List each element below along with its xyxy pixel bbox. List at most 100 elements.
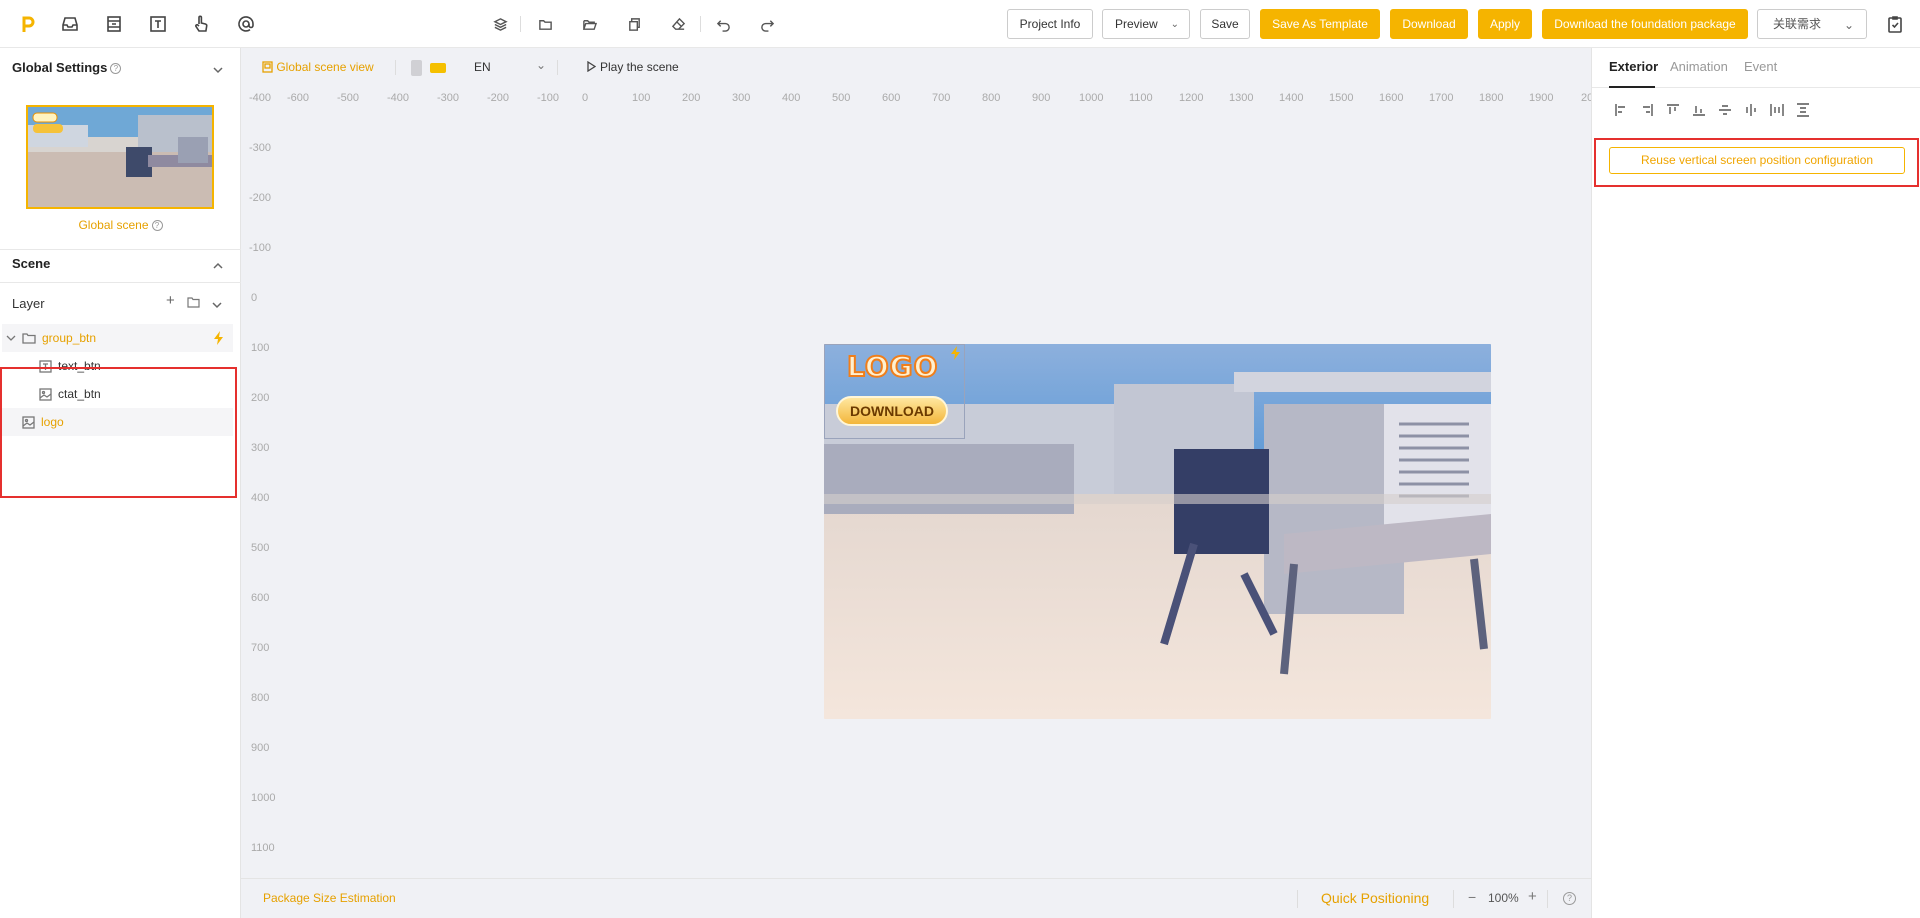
global-scene-view-toggle[interactable]: Global scene view bbox=[262, 60, 374, 74]
background-color-gray-swatch[interactable] bbox=[411, 60, 422, 76]
align-vertical-center-icon[interactable] bbox=[1718, 103, 1732, 117]
download-foundation-package-button[interactable]: Download the foundation package bbox=[1542, 9, 1748, 39]
ruler-tick: 1300 bbox=[1229, 92, 1254, 104]
horizontal-ruler: -600 -500 -400 -300 -200 -100 0 100 200 … bbox=[241, 92, 1593, 112]
chevron-up-icon[interactable] bbox=[213, 260, 223, 270]
global-settings-title: Global Settings bbox=[12, 60, 108, 75]
layer-item-logo[interactable]: logo bbox=[2, 408, 233, 436]
ruler-tick: -200 bbox=[487, 92, 510, 104]
hand-pointer-icon[interactable] bbox=[189, 12, 213, 36]
tab-animation[interactable]: Animation bbox=[1670, 59, 1728, 74]
linked-requirement-dropdown[interactable]: 关联需求 ⌄ bbox=[1757, 9, 1867, 39]
global-scene-thumbnail[interactable] bbox=[26, 105, 214, 209]
scene-header[interactable]: Scene bbox=[12, 256, 50, 271]
distribute-horizontal-icon[interactable] bbox=[1770, 103, 1784, 117]
ruler-tick: 900 bbox=[251, 742, 270, 754]
language-select[interactable]: EN ⌄ bbox=[474, 58, 554, 74]
add-layer-icon[interactable]: + bbox=[166, 292, 175, 309]
chevron-down-icon[interactable] bbox=[6, 333, 16, 343]
scene-preview[interactable]: LOGO DOWNLOAD bbox=[824, 344, 1491, 719]
scene-view-icon bbox=[262, 61, 273, 73]
folder-icon bbox=[22, 333, 36, 344]
ruler-tick: -300 bbox=[437, 92, 460, 104]
divider bbox=[1547, 890, 1548, 908]
zoom-out-button[interactable]: − bbox=[1468, 889, 1476, 905]
play-icon bbox=[587, 60, 597, 73]
logo-icon[interactable] bbox=[16, 12, 40, 36]
undo-icon[interactable] bbox=[714, 15, 732, 33]
ruler-tick: 100 bbox=[251, 342, 270, 354]
add-folder-icon[interactable] bbox=[187, 296, 200, 311]
align-bottom-icon[interactable] bbox=[1692, 103, 1706, 117]
ruler-tick: 1200 bbox=[1179, 92, 1204, 104]
ruler-tick: 200 bbox=[251, 392, 270, 404]
divider bbox=[1453, 890, 1454, 908]
global-settings-header[interactable]: Global Settings? bbox=[12, 60, 122, 75]
align-horizontal-center-icon[interactable] bbox=[1744, 103, 1758, 117]
layer-label: logo bbox=[41, 415, 64, 429]
layers-icon[interactable] bbox=[491, 15, 509, 33]
align-right-icon[interactable] bbox=[1640, 103, 1654, 117]
top-toolbar: Project Info Preview ⌄ Save Save As Temp… bbox=[0, 0, 1920, 48]
folder-icon[interactable] bbox=[536, 15, 554, 33]
clipboard-check-icon[interactable] bbox=[1883, 12, 1907, 36]
chevron-down-icon[interactable] bbox=[212, 299, 222, 309]
align-top-icon[interactable] bbox=[1666, 103, 1680, 117]
zoom-in-button[interactable]: + bbox=[1528, 888, 1537, 905]
apply-button[interactable]: Apply bbox=[1478, 9, 1532, 39]
chevron-down-icon[interactable] bbox=[213, 64, 223, 74]
background-color-yellow-swatch[interactable] bbox=[430, 63, 446, 73]
lightning-icon[interactable] bbox=[213, 331, 225, 345]
selection-box bbox=[824, 344, 965, 439]
ruler-tick: 600 bbox=[251, 592, 270, 604]
quick-positioning-button[interactable]: Quick Positioning bbox=[1321, 890, 1429, 906]
help-icon[interactable]: ? bbox=[151, 220, 163, 231]
layer-item-ctat-btn[interactable]: ctat_btn bbox=[2, 380, 233, 408]
redo-icon[interactable] bbox=[758, 15, 776, 33]
save-as-template-button[interactable]: Save As Template bbox=[1260, 9, 1380, 39]
help-icon[interactable]: ? bbox=[110, 63, 122, 74]
ruler-tick: 1400 bbox=[1279, 92, 1304, 104]
distribute-vertical-icon[interactable] bbox=[1796, 103, 1810, 117]
text-icon[interactable] bbox=[146, 12, 170, 36]
canvas-toolbar: Global scene view EN ⌄ Play the scene bbox=[241, 48, 1591, 86]
download-button[interactable]: Download bbox=[1390, 9, 1468, 39]
align-left-icon[interactable] bbox=[1614, 103, 1628, 117]
right-panel: Exterior Animation Event Reuse vertical … bbox=[1591, 48, 1920, 918]
save-button[interactable]: Save bbox=[1200, 9, 1250, 39]
copy-icon[interactable] bbox=[625, 15, 643, 33]
ruler-tick: 300 bbox=[251, 442, 270, 454]
ruler-tick: 0 bbox=[582, 92, 589, 104]
tab-event[interactable]: Event bbox=[1744, 59, 1777, 74]
ruler-tick: 1100 bbox=[251, 842, 275, 854]
tabs-bar: Exterior Animation Event bbox=[1592, 48, 1920, 88]
chevron-down-icon: ⌄ bbox=[1843, 18, 1854, 32]
eraser-icon[interactable] bbox=[669, 15, 687, 33]
ruler-tick: 700 bbox=[251, 642, 270, 654]
help-icon[interactable]: ? bbox=[1563, 892, 1576, 905]
layer-item-group-btn[interactable]: group_btn bbox=[2, 324, 233, 352]
global-scene-label[interactable]: Global scene? bbox=[0, 218, 241, 232]
folder-open-icon[interactable] bbox=[580, 15, 598, 33]
layer-header: Layer bbox=[12, 296, 45, 311]
at-icon[interactable] bbox=[234, 12, 258, 36]
project-info-button[interactable]: Project Info bbox=[1007, 9, 1093, 39]
preview-dropdown[interactable]: Preview ⌄ bbox=[1102, 9, 1190, 39]
left-panel: Global Settings? Global scene? Scene Lay… bbox=[0, 48, 241, 918]
play-scene-button[interactable]: Play the scene bbox=[586, 60, 679, 74]
divider bbox=[700, 16, 701, 32]
divider bbox=[557, 60, 558, 75]
ruler-tick: -100 bbox=[249, 242, 272, 254]
layout-icon[interactable] bbox=[102, 12, 126, 36]
layer-item-text-btn[interactable]: text_btn bbox=[2, 352, 233, 380]
reuse-vertical-position-button[interactable]: Reuse vertical screen position configura… bbox=[1609, 147, 1905, 174]
inbox-icon[interactable] bbox=[58, 12, 82, 36]
ruler-tick: 600 bbox=[882, 92, 901, 104]
lightning-icon bbox=[951, 346, 960, 360]
package-size-estimation-link[interactable]: Package Size Estimation bbox=[263, 891, 396, 905]
ruler-tick: 1900 bbox=[1529, 92, 1554, 104]
play-scene-label: Play the scene bbox=[600, 60, 679, 74]
ruler-tick: 1800 bbox=[1479, 92, 1504, 104]
tab-exterior[interactable]: Exterior bbox=[1609, 59, 1658, 74]
language-label: EN bbox=[474, 60, 491, 74]
